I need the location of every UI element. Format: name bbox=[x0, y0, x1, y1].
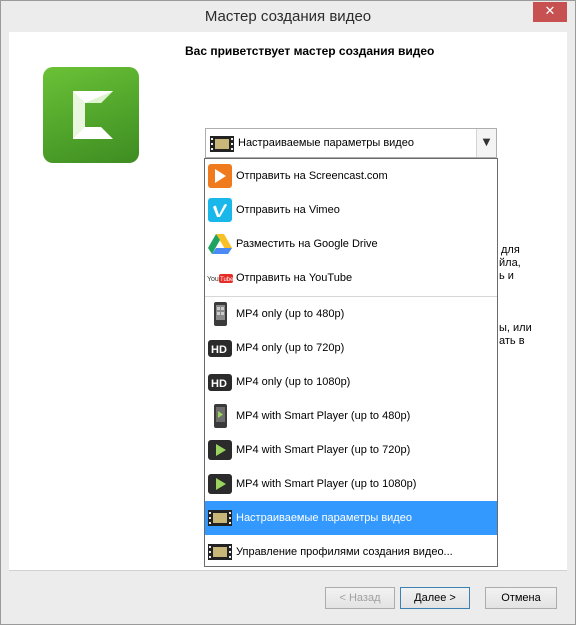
list-item-smart-player-1080[interactable]: MP4 with Smart Player (up to 1080p) bbox=[205, 467, 497, 501]
hidden-description-text: йла, bbox=[499, 257, 521, 269]
list-item-mp4-1080[interactable]: HD MP4 only (up to 1080p) bbox=[205, 365, 497, 399]
list-item-youtube[interactable]: You Tube Отправить на YouTube bbox=[205, 261, 497, 295]
list-item-smart-player-480[interactable]: MP4 with Smart Player (up to 480p) bbox=[205, 399, 497, 433]
list-item-label: MP4 with Smart Player (up to 720p) bbox=[236, 444, 411, 456]
list-item-google-drive[interactable]: Разместить на Google Drive bbox=[205, 227, 497, 261]
vimeo-icon bbox=[207, 197, 233, 223]
film-icon bbox=[207, 539, 233, 565]
list-item-manage-profiles[interactable]: Управление профилями создания видео... bbox=[205, 535, 497, 569]
list-item-label: MP4 with Smart Player (up to 480p) bbox=[236, 410, 411, 422]
camtasia-logo bbox=[43, 67, 139, 163]
title-bar[interactable]: Мастер создания видео ✕ bbox=[1, 1, 575, 32]
chevron-down-icon[interactable]: ▼ bbox=[476, 129, 496, 157]
list-item-mp4-720[interactable]: HD MP4 only (up to 720p) bbox=[205, 331, 497, 365]
next-button[interactable]: Далее > bbox=[400, 587, 470, 609]
list-item-label: Отправить на Screencast.com bbox=[236, 170, 388, 182]
wizard-window: Мастер создания видео ✕ Вас приветствует… bbox=[0, 0, 576, 625]
hidden-description-text: ать в bbox=[499, 335, 525, 347]
list-item-label: Разместить на Google Drive bbox=[236, 238, 378, 250]
list-item-smart-player-720[interactable]: MP4 with Smart Player (up to 720p) bbox=[205, 433, 497, 467]
close-button[interactable]: ✕ bbox=[533, 2, 567, 22]
phone-play-icon bbox=[207, 403, 233, 429]
combo-selected-value: Настраиваемые параметры видео bbox=[238, 137, 414, 149]
cancel-button[interactable]: Отмена bbox=[485, 587, 557, 609]
footer-divider bbox=[9, 570, 567, 571]
mobile-phone-icon bbox=[207, 301, 233, 327]
list-item-label: Настраиваемые параметры видео bbox=[236, 512, 412, 524]
list-item-screencast[interactable]: Отправить на Screencast.com bbox=[205, 159, 497, 193]
list-item-label: MP4 only (up to 480p) bbox=[236, 308, 345, 320]
list-item-label: Отправить на YouTube bbox=[236, 272, 353, 284]
wizard-footer: < Назад Далее > Отмена bbox=[1, 570, 575, 624]
google-drive-icon bbox=[207, 231, 233, 257]
production-preset-combo[interactable]: Настраиваемые параметры видео ▼ bbox=[205, 128, 497, 158]
preset-dropdown-list: Отправить на Screencast.com Отправить на… bbox=[204, 158, 498, 567]
list-item-mp4-480[interactable]: MP4 only (up to 480p) bbox=[205, 297, 497, 331]
page-heading: Вас приветствует мастер создания видео bbox=[185, 44, 435, 58]
hd-text: HD bbox=[211, 344, 227, 356]
list-item-label: MP4 only (up to 1080p) bbox=[236, 376, 351, 388]
film-icon bbox=[210, 136, 234, 155]
screencast-icon bbox=[207, 163, 233, 189]
hidden-description-text: ь и bbox=[499, 270, 514, 282]
list-item-label: MP4 only (up to 720p) bbox=[236, 342, 345, 354]
hd-text: HD bbox=[211, 378, 227, 390]
play-icon bbox=[207, 471, 233, 497]
list-item-custom-settings[interactable]: Настраиваемые параметры видео bbox=[205, 501, 497, 535]
youtube-icon: You Tube bbox=[207, 265, 234, 291]
play-icon bbox=[207, 437, 233, 463]
back-button[interactable]: < Назад bbox=[325, 587, 395, 609]
window-title: Мастер создания видео bbox=[204, 8, 372, 25]
film-icon bbox=[207, 505, 233, 531]
hidden-description-text: ы, или bbox=[499, 322, 532, 334]
svg-text:You: You bbox=[207, 276, 219, 283]
logo-pane bbox=[9, 32, 177, 570]
list-item-vimeo[interactable]: Отправить на Vimeo bbox=[205, 193, 497, 227]
hd-icon: HD bbox=[207, 369, 233, 395]
hd-icon: HD bbox=[207, 335, 233, 361]
list-item-label: Управление профилями создания видео... bbox=[236, 546, 453, 558]
list-item-label: Отправить на Vimeo bbox=[236, 204, 340, 216]
list-item-label: MP4 with Smart Player (up to 1080p) bbox=[236, 478, 417, 490]
svg-text:Tube: Tube bbox=[220, 277, 233, 283]
hidden-description-text: для bbox=[501, 244, 520, 256]
